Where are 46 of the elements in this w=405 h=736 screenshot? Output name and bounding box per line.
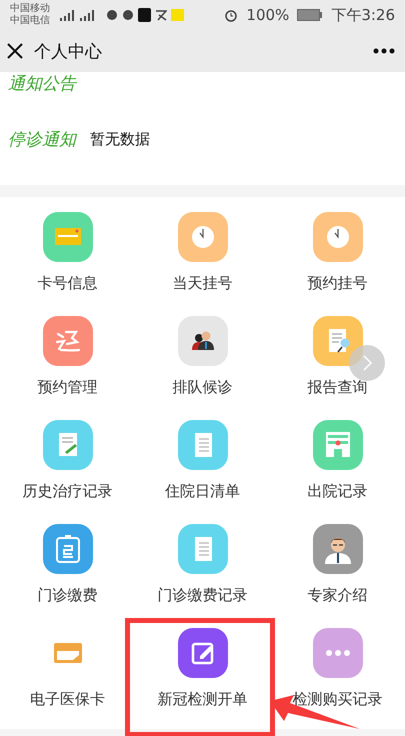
menu-label[interactable]: 门诊缴费 bbox=[38, 586, 98, 605]
menu-label[interactable]: 新冠检测开单 bbox=[158, 690, 248, 709]
menu-label[interactable]: 出院记录 bbox=[308, 482, 368, 501]
hospital-icon[interactable] bbox=[312, 420, 362, 470]
menu-label[interactable]: 排队候诊 bbox=[172, 378, 232, 397]
close-icon[interactable] bbox=[6, 42, 24, 60]
clock-icon[interactable] bbox=[178, 212, 228, 262]
battery-icon bbox=[297, 9, 324, 21]
menu-label[interactable]: 专家介绍 bbox=[308, 586, 368, 605]
menu-label[interactable]: 当天挂号 bbox=[172, 274, 232, 293]
menu-label[interactable]: 电子医保卡 bbox=[30, 690, 105, 709]
more-icon[interactable] bbox=[373, 48, 395, 54]
chevron-right-icon[interactable] bbox=[349, 345, 385, 381]
people-icon[interactable] bbox=[178, 316, 228, 366]
menu-label[interactable]: 预约挂号 bbox=[308, 274, 368, 293]
alarm-icon bbox=[224, 8, 238, 22]
chat-icon bbox=[122, 9, 134, 21]
menu-label[interactable]: 卡号信息 bbox=[38, 274, 98, 293]
clock-time: 下午3:26 bbox=[331, 6, 395, 24]
refund-icon[interactable] bbox=[42, 316, 92, 366]
note-icon[interactable] bbox=[42, 420, 92, 470]
page-title: 个人中心 bbox=[34, 40, 102, 62]
bill-icon[interactable] bbox=[42, 524, 92, 574]
doctor-icon[interactable] bbox=[312, 524, 362, 574]
app-icon bbox=[171, 9, 184, 21]
chat-icon bbox=[106, 9, 118, 21]
notice-label: 通知公告 bbox=[8, 72, 76, 94]
notice-label: 停诊通知 bbox=[8, 129, 76, 151]
menu-label[interactable]: 报告查询 bbox=[308, 378, 368, 397]
carrier-name: 中国电信 bbox=[10, 15, 50, 27]
app-icon bbox=[138, 8, 151, 22]
notice-text: 暂无数据 bbox=[90, 130, 150, 149]
edit-icon[interactable] bbox=[178, 628, 228, 678]
menu-label[interactable]: 历史治疗记录 bbox=[22, 482, 112, 501]
list-icon[interactable] bbox=[178, 420, 228, 470]
card-icon[interactable] bbox=[42, 212, 92, 262]
battery-percent: 100% bbox=[246, 6, 290, 24]
app-icon bbox=[155, 9, 167, 21]
clock-icon[interactable] bbox=[312, 212, 362, 262]
menu-label[interactable]: 检测购买记录 bbox=[292, 690, 382, 709]
carrier-name: 中国移动 bbox=[10, 3, 50, 14]
list-icon[interactable] bbox=[178, 524, 228, 574]
menu-label[interactable]: 住院日清单 bbox=[165, 482, 240, 501]
menu-label[interactable]: 门诊缴费记录 bbox=[158, 586, 248, 605]
menu-label[interactable]: 预约管理 bbox=[38, 378, 98, 397]
report-icon[interactable] bbox=[312, 316, 362, 366]
